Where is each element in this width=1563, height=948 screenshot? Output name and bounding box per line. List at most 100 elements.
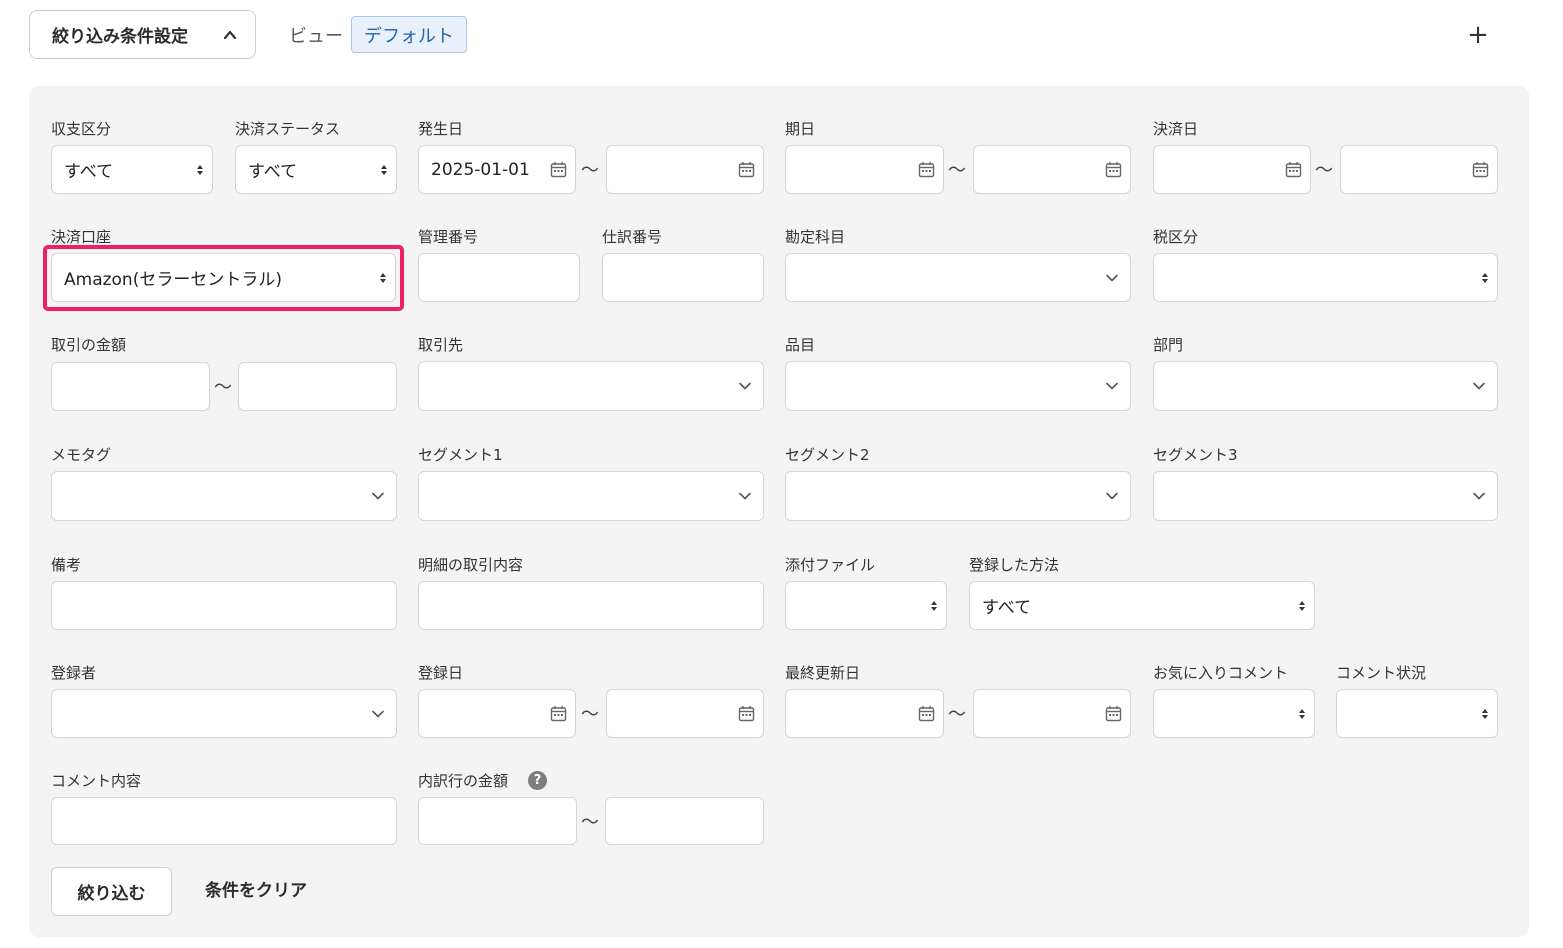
favorite-comment-label: お気に入りコメント xyxy=(1153,664,1289,682)
sort-arrows-icon xyxy=(381,165,387,175)
segment2-label: セグメント2 xyxy=(785,446,870,464)
comment-content-label: コメント内容 xyxy=(51,772,142,790)
item-select[interactable] xyxy=(785,361,1131,411)
calendar-icon[interactable] xyxy=(918,705,935,722)
last-updated-to-input[interactable] xyxy=(973,689,1131,738)
sort-arrows-icon xyxy=(197,165,203,175)
favorite-comment-select[interactable] xyxy=(1153,689,1315,738)
settlement-date-to-input[interactable] xyxy=(1340,145,1498,194)
income-type-select[interactable]: すべて xyxy=(51,145,213,194)
settlement-date-label: 決済日 xyxy=(1153,120,1199,138)
last-updated-label: 最終更新日 xyxy=(785,664,861,682)
view-label: ビュー xyxy=(289,26,343,47)
due-date-from-input[interactable] xyxy=(785,145,944,194)
calendar-icon[interactable] xyxy=(1105,161,1122,178)
registration-date-from-input[interactable] xyxy=(418,689,576,738)
detail-description-label: 明細の取引内容 xyxy=(418,556,524,574)
sort-arrows-icon xyxy=(1299,601,1305,611)
amount-from-input[interactable] xyxy=(51,362,210,411)
item-label: 品目 xyxy=(785,336,816,354)
issue-date-from-input[interactable]: 2025-01-01 xyxy=(418,145,576,194)
view-chip-default[interactable]: デフォルト xyxy=(351,16,467,53)
breakdown-amount-to-input[interactable] xyxy=(605,797,764,845)
calendar-icon[interactable] xyxy=(918,161,935,178)
range-separator: 〜 xyxy=(948,160,966,181)
calendar-icon[interactable] xyxy=(1105,705,1122,722)
registration-date-to-input[interactable] xyxy=(606,689,764,738)
chevron-down-icon xyxy=(739,492,751,500)
comment-status-select[interactable] xyxy=(1336,689,1498,738)
filter-submit-button[interactable]: 絞り込む xyxy=(51,867,172,916)
memo-tag-select[interactable] xyxy=(51,471,397,521)
income-type-value: すべて xyxy=(64,162,114,182)
sort-arrows-icon xyxy=(1482,273,1488,283)
department-label: 部門 xyxy=(1153,336,1184,354)
add-view-button[interactable]: + xyxy=(1463,20,1493,50)
range-separator: 〜 xyxy=(948,704,966,725)
registrant-label: 登録者 xyxy=(51,664,97,682)
tax-category-select[interactable] xyxy=(1153,253,1498,302)
tax-category-label: 税区分 xyxy=(1153,228,1199,246)
settlement-status-select[interactable]: すべて xyxy=(235,145,397,194)
calendar-icon[interactable] xyxy=(1472,161,1489,178)
account-item-select[interactable] xyxy=(785,253,1131,302)
segment3-label: セグメント3 xyxy=(1153,446,1238,464)
settlement-date-from-input[interactable] xyxy=(1153,145,1311,194)
sort-arrows-icon xyxy=(1482,709,1488,719)
chevron-down-icon xyxy=(372,710,384,718)
calendar-icon[interactable] xyxy=(1285,161,1302,178)
registration-method-label: 登録した方法 xyxy=(969,556,1060,574)
registrant-select[interactable] xyxy=(51,689,397,738)
chevron-down-icon xyxy=(1106,492,1118,500)
remarks-label: 備考 xyxy=(51,556,82,574)
chevron-down-icon xyxy=(739,382,751,390)
filter-toggle-label: 絞り込み条件設定 xyxy=(52,27,188,47)
partner-select[interactable] xyxy=(418,361,764,411)
comment-content-input[interactable] xyxy=(51,797,397,845)
attachment-select[interactable] xyxy=(785,581,947,630)
breakdown-amount-from-input[interactable] xyxy=(418,797,577,845)
account-item-label: 勘定科目 xyxy=(785,228,846,246)
calendar-icon[interactable] xyxy=(738,161,755,178)
remarks-input[interactable] xyxy=(51,581,397,630)
department-select[interactable] xyxy=(1153,361,1498,411)
issue-date-from-value: 2025-01-01 xyxy=(431,159,530,180)
sort-arrows-icon xyxy=(931,601,937,611)
issue-date-label: 発生日 xyxy=(418,120,464,138)
comment-status-label: コメント状況 xyxy=(1336,664,1427,682)
highlight-box xyxy=(43,245,404,311)
amount-to-input[interactable] xyxy=(238,362,397,411)
settlement-status-label: 決済ステータス xyxy=(235,120,341,138)
chevron-down-icon xyxy=(1106,274,1118,282)
sort-arrows-icon xyxy=(1299,709,1305,719)
management-number-input[interactable] xyxy=(418,253,580,302)
detail-description-input[interactable] xyxy=(418,581,764,630)
journal-number-input[interactable] xyxy=(602,253,764,302)
range-separator: 〜 xyxy=(581,704,599,725)
settlement-status-value: すべて xyxy=(248,162,298,182)
registration-date-label: 登録日 xyxy=(418,664,464,682)
segment3-select[interactable] xyxy=(1153,471,1498,521)
help-icon[interactable]: ? xyxy=(528,771,547,790)
filter-toggle-button[interactable]: 絞り込み条件設定 xyxy=(29,10,256,59)
segment1-label: セグメント1 xyxy=(418,446,503,464)
chevron-down-icon xyxy=(1473,382,1485,390)
range-separator: 〜 xyxy=(581,812,599,833)
issue-date-to-input[interactable] xyxy=(606,145,764,194)
calendar-icon[interactable] xyxy=(550,161,567,178)
due-date-to-input[interactable] xyxy=(973,145,1131,194)
amount-label: 取引の金額 xyxy=(51,336,127,354)
attachment-label: 添付ファイル xyxy=(785,556,876,574)
chevron-down-icon xyxy=(1106,382,1118,390)
segment1-select[interactable] xyxy=(418,471,764,521)
last-updated-from-input[interactable] xyxy=(785,689,944,738)
segment2-select[interactable] xyxy=(785,471,1131,521)
memo-tag-label: メモタグ xyxy=(51,446,112,464)
calendar-icon[interactable] xyxy=(738,705,755,722)
partner-label: 取引先 xyxy=(418,336,464,354)
clear-conditions-button[interactable]: 条件をクリア xyxy=(205,876,307,901)
chevron-down-icon xyxy=(1473,492,1485,500)
registration-method-select[interactable]: すべて xyxy=(969,581,1315,630)
range-separator: 〜 xyxy=(581,160,599,181)
calendar-icon[interactable] xyxy=(550,705,567,722)
